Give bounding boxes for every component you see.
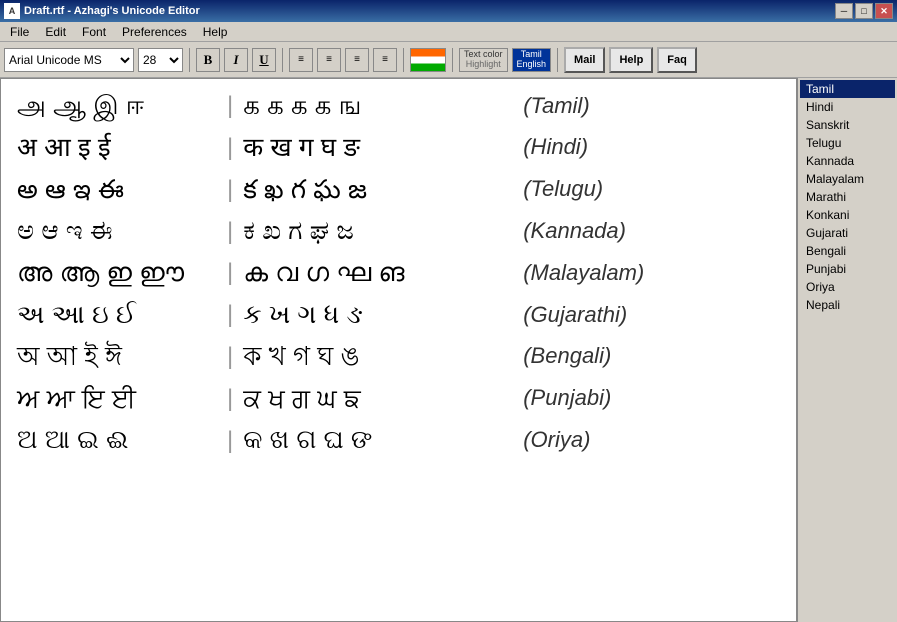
menu-help[interactable]: Help	[197, 23, 234, 41]
menu-preferences[interactable]: Preferences	[116, 23, 193, 41]
sidebar-item[interactable]: Gujarati	[800, 224, 895, 242]
title-bar-controls: ─ □ ✕	[835, 3, 893, 19]
script-consonants: ক খ গ ঘ ঙ	[243, 340, 523, 374]
font-size-selector[interactable]: 28	[138, 48, 183, 72]
script-consonants: ക വ ഗ ഘ ങ	[243, 256, 523, 290]
align-right-button[interactable]: ≡	[345, 48, 369, 72]
sidebar-item[interactable]: Telugu	[800, 134, 895, 152]
close-button[interactable]: ✕	[875, 3, 893, 19]
row-divider: |	[227, 423, 233, 457]
script-name: (Malayalam)	[523, 259, 644, 288]
sidebar-item[interactable]: Oriya	[800, 278, 895, 296]
minimize-button[interactable]: ─	[835, 3, 853, 19]
sidebar-item[interactable]: Punjabi	[800, 260, 895, 278]
sidebar: TamilHindiSanskritTeluguKannadaMalayalam…	[797, 78, 897, 622]
script-consonants: க க க க ங	[243, 89, 523, 123]
script-vowels: ಅ ಆ ಇ ಈ	[17, 214, 217, 248]
row-divider: |	[227, 173, 233, 207]
script-vowels: ਅ ਆ ਇ ਈ	[17, 382, 217, 416]
align-left-button[interactable]: ≡	[289, 48, 313, 72]
script-name: (Gujarathi)	[523, 301, 627, 330]
script-vowels: അ ആ ഇ ഈ	[17, 256, 217, 290]
toolbar-separator-3	[403, 48, 404, 72]
script-consonants: ક ખ ગ ધ ઙ	[243, 298, 523, 332]
align-center-button[interactable]: ≡	[317, 48, 341, 72]
row-divider: |	[227, 382, 233, 416]
script-row: અ આ ઇ ઈ | ક ખ ગ ધ ઙ(Gujarathi)	[17, 298, 780, 332]
row-divider: |	[227, 256, 233, 290]
main-area: அ ஆ இ ஈ | க க க க ங(Tamil) अ आ इ ई | क ख ग घ …	[0, 78, 897, 622]
toolbar-separator-1	[189, 48, 190, 72]
script-row: అ ఆ ఇ ఈ | క ఖ గ ఘ జ(Telugu)	[17, 173, 780, 207]
language-flag[interactable]	[410, 48, 446, 72]
maximize-button[interactable]: □	[855, 3, 873, 19]
sidebar-item[interactable]: Sanskrit	[800, 116, 895, 134]
toolbar-separator-5	[557, 48, 558, 72]
highlight-label: Highlight	[466, 60, 501, 70]
script-name: (Hindi)	[523, 133, 588, 162]
script-vowels: அ ஆ இ ஈ	[17, 89, 217, 123]
window-title: Draft.rtf - Azhagi's Unicode Editor	[24, 5, 200, 17]
sidebar-item[interactable]: Kannada	[800, 152, 895, 170]
sidebar-item[interactable]: Malayalam	[800, 170, 895, 188]
faq-button[interactable]: Faq	[657, 47, 697, 73]
script-consonants: క ఖ గ ఘ జ	[243, 173, 523, 207]
sidebar-item[interactable]: Marathi	[800, 188, 895, 206]
align-justify-button[interactable]: ≡	[373, 48, 397, 72]
app-icon: A	[4, 3, 20, 19]
script-consonants: ಕ ಖ ಗ ಘ ಜ	[243, 214, 523, 248]
script-row: അ ആ ഇ ഈ | ക വ ഗ ഘ ങ(Malayalam)	[17, 256, 780, 290]
script-row: ଅ ଆ ଇ ଈ | କ ଖ ଗ ଘ ଙ(Oriya)	[17, 423, 780, 457]
menu-bar: File Edit Font Preferences Help	[0, 22, 897, 42]
script-name: (Tamil)	[523, 92, 589, 121]
script-name: (Bengali)	[523, 342, 611, 371]
script-vowels: અ આ ઇ ઈ	[17, 298, 217, 332]
script-row: अ आ इ ई | क ख ग घ ङ(Hindi)	[17, 131, 780, 165]
script-consonants: क ख ग घ ङ	[243, 131, 523, 165]
title-bar-left: A Draft.rtf - Azhagi's Unicode Editor	[4, 3, 200, 19]
menu-file[interactable]: File	[4, 23, 35, 41]
mail-button[interactable]: Mail	[564, 47, 605, 73]
tamil-english-toggle[interactable]: Tamil English	[512, 48, 552, 72]
text-color-button[interactable]: Text color Highlight	[459, 48, 508, 72]
sidebar-item[interactable]: Nepali	[800, 296, 895, 314]
row-divider: |	[227, 340, 233, 374]
script-consonants: ਕ ਖ ਗ ਘ ਙ	[243, 382, 523, 416]
italic-button[interactable]: I	[224, 48, 248, 72]
script-name: (Kannada)	[523, 217, 626, 246]
sidebar-item[interactable]: Tamil	[800, 80, 895, 98]
script-name: (Oriya)	[523, 426, 590, 455]
row-divider: |	[227, 89, 233, 123]
toolbar: Arial Unicode MS 28 B I U ≡ ≡ ≡ ≡ Text c…	[0, 42, 897, 78]
sidebar-item[interactable]: Konkani	[800, 206, 895, 224]
row-divider: |	[227, 214, 233, 248]
sidebar-item[interactable]: Bengali	[800, 242, 895, 260]
content-area[interactable]: அ ஆ இ ஈ | க க க க ங(Tamil) अ आ इ ई | क ख ग घ …	[0, 78, 797, 622]
row-divider: |	[227, 131, 233, 165]
row-divider: |	[227, 298, 233, 332]
english-label: English	[517, 60, 547, 70]
script-name: (Punjabi)	[523, 384, 611, 413]
menu-edit[interactable]: Edit	[39, 23, 72, 41]
toolbar-separator-4	[452, 48, 453, 72]
font-selector[interactable]: Arial Unicode MS	[4, 48, 134, 72]
help-button[interactable]: Help	[609, 47, 653, 73]
script-name: (Telugu)	[523, 175, 603, 204]
menu-font[interactable]: Font	[76, 23, 112, 41]
script-vowels: अ आ इ ई	[17, 131, 217, 165]
script-vowels: అ ఆ ఇ ఈ	[17, 173, 217, 207]
script-vowels: ଅ ଆ ଇ ଈ	[17, 423, 217, 457]
script-consonants: କ ଖ ଗ ଘ ଙ	[243, 423, 523, 457]
script-row: অ আ ই ঈ | ক খ গ ঘ ঙ(Bengali)	[17, 340, 780, 374]
underline-button[interactable]: U	[252, 48, 276, 72]
script-row: ಅ ಆ ಇ ಈ | ಕ ಖ ಗ ಘ ಜ(Kannada)	[17, 214, 780, 248]
toolbar-separator-2	[282, 48, 283, 72]
sidebar-item[interactable]: Hindi	[800, 98, 895, 116]
script-row: அ ஆ இ ஈ | க க க க ங(Tamil)	[17, 89, 780, 123]
title-bar: A Draft.rtf - Azhagi's Unicode Editor ─ …	[0, 0, 897, 22]
script-row: ਅ ਆ ਇ ਈ | ਕ ਖ ਗ ਘ ਙ(Punjabi)	[17, 382, 780, 416]
bold-button[interactable]: B	[196, 48, 220, 72]
script-vowels: অ আ ই ঈ	[17, 340, 217, 374]
